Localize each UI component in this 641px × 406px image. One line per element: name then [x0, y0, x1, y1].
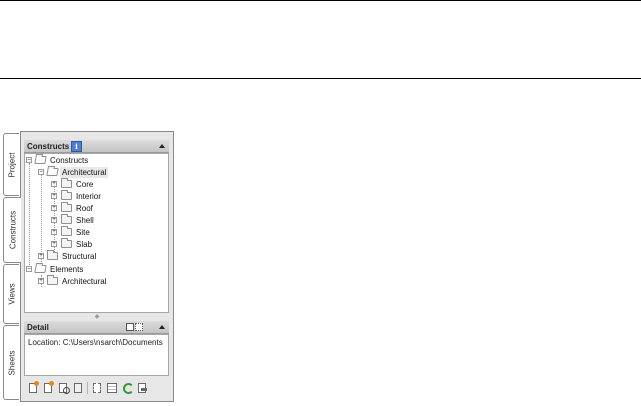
constructs-header[interactable]: Constructs i: [24, 140, 169, 153]
expander-icon[interactable]: +: [38, 253, 44, 259]
folder-icon: [61, 226, 72, 236]
divider-rule: [0, 78, 641, 79]
tab-views-label: Views: [7, 283, 16, 305]
collapse-arrow-icon[interactable]: [159, 325, 165, 329]
add-category-icon[interactable]: [27, 381, 40, 395]
tab-project-label: Project: [7, 152, 16, 177]
folder-icon: [47, 275, 58, 285]
pane-splitter[interactable]: ◆: [21, 313, 173, 321]
tree-item-label: Interior: [76, 192, 101, 201]
tree-item-label: Slab: [76, 240, 93, 249]
folder-icon: [61, 190, 72, 200]
find-icon[interactable]: [57, 381, 70, 395]
tree-item-label: Roof: [76, 204, 93, 213]
open-folder-icon: [46, 168, 59, 176]
tree-item-label: Site: [76, 228, 90, 237]
folder-icon: [61, 178, 72, 188]
repath-accent: [141, 388, 147, 391]
tree-item-label: Core: [76, 180, 94, 189]
find-accent: [63, 387, 70, 394]
expander-icon[interactable]: +: [51, 229, 57, 235]
tab-project[interactable]: Project: [3, 133, 19, 196]
expander-icon[interactable]: −: [26, 157, 32, 163]
bottom-toolbar: [25, 381, 171, 397]
refresh-icon[interactable]: [121, 381, 134, 395]
tree-guide-line: [41, 174, 42, 262]
info-icon[interactable]: i: [71, 141, 82, 152]
collapse-arrow-icon[interactable]: [159, 144, 165, 148]
open-folder-icon: [34, 156, 47, 164]
expander-icon[interactable]: −: [26, 266, 32, 272]
add-construct-icon[interactable]: [42, 381, 55, 395]
constructs-title: Constructs: [27, 142, 70, 151]
detail-pane: Location: C:\Users\nsarch\Documents: [24, 334, 169, 376]
folder-icon: [61, 214, 72, 224]
top-rule: [0, 0, 641, 1]
folder-icon: [61, 238, 72, 248]
toolbar-separator: [87, 382, 88, 394]
properties-glyph: [107, 383, 117, 393]
add-category-accent: [34, 381, 39, 386]
expander-icon[interactable]: +: [51, 217, 57, 223]
detail-title: Detail: [27, 323, 49, 332]
expander-icon[interactable]: +: [51, 181, 57, 187]
open-folder-icon: [34, 265, 47, 273]
tree-item-label: Structural: [62, 252, 97, 261]
refresh-glyph: [123, 383, 134, 394]
tab-sheets[interactable]: Sheets: [3, 325, 19, 400]
tab-sheets-label: Sheets: [7, 350, 16, 375]
folder-icon: [61, 202, 72, 212]
tree-guide-line: [29, 163, 30, 271]
tree-item-label: Architectural: [60, 167, 109, 178]
tree-item-label: Elements: [50, 265, 84, 274]
preview-toggle-icon[interactable]: [126, 323, 134, 331]
expander-icon[interactable]: −: [38, 169, 44, 175]
clipboard-icon[interactable]: [72, 381, 85, 395]
expander-icon[interactable]: +: [38, 278, 44, 284]
tree-item-label: Architectural: [62, 277, 107, 286]
folder-icon: [47, 250, 58, 260]
tab-constructs[interactable]: Constructs: [3, 197, 21, 263]
tree-options-glyph: [93, 383, 101, 393]
project-navigator-palette: Constructs i − Constructs − Architectura…: [20, 131, 174, 402]
add-construct-accent: [49, 381, 54, 386]
expander-icon[interactable]: +: [51, 241, 57, 247]
tree-item-label: Constructs: [50, 156, 89, 165]
tree-options-icon[interactable]: [91, 381, 104, 395]
tab-views[interactable]: Views: [3, 264, 19, 324]
tab-constructs-label: Constructs: [8, 210, 17, 250]
repath-icon[interactable]: [136, 381, 149, 395]
location-text: Location: C:\Users\nsarch\Documents: [28, 338, 163, 347]
properties-icon[interactable]: [106, 381, 119, 395]
detail-view-icon[interactable]: [135, 323, 143, 331]
constructs-tree[interactable]: − Constructs − Architectural + Core + In…: [24, 153, 169, 313]
clipboard-glyph: [74, 383, 82, 393]
expander-icon[interactable]: +: [51, 205, 57, 211]
tree-item-label: Shell: [76, 216, 94, 225]
detail-header[interactable]: Detail: [24, 321, 169, 334]
expander-icon[interactable]: +: [51, 193, 57, 199]
